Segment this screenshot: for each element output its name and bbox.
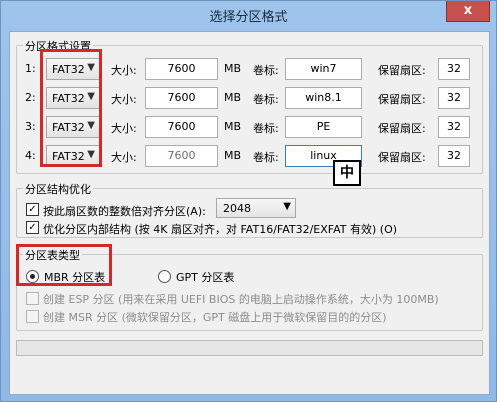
reserve-label: 保留扇区:: [378, 122, 426, 135]
ime-indicator: 中: [333, 160, 361, 186]
optimize-checkbox[interactable]: ✓: [26, 221, 39, 234]
size-label: 大小:: [111, 93, 137, 106]
align-value: 2048: [223, 202, 251, 215]
reserve-label: 保留扇区:: [378, 64, 426, 77]
reserve-input[interactable]: 32: [438, 58, 470, 80]
close-button[interactable]: x: [446, 1, 490, 22]
align-checkbox[interactable]: ✓: [26, 203, 39, 216]
fs-select-highlight: [40, 49, 102, 167]
align-select[interactable]: 2048 ▼: [216, 198, 296, 218]
unit-label: MB: [224, 62, 242, 75]
volume-label-caption: 卷标:: [253, 64, 279, 77]
partition-index: 4:: [25, 149, 36, 162]
gpt-label: GPT 分区表: [176, 271, 235, 284]
gpt-radio[interactable]: [158, 270, 171, 283]
table-type-highlight: [16, 244, 112, 286]
unit-label: MB: [224, 120, 242, 133]
reserve-label: 保留扇区:: [378, 151, 426, 164]
reserve-input[interactable]: 32: [438, 145, 470, 167]
unit-label: MB: [224, 149, 242, 162]
esp-label: 创建 ESP 分区 (用来在采用 UEFI BIOS 的电脑上启动操作系统，大小…: [43, 293, 439, 306]
esp-checkbox[interactable]: [26, 292, 39, 305]
size-label: 大小:: [111, 122, 137, 135]
size-input[interactable]: 7600: [145, 145, 218, 167]
size-label: 大小:: [111, 151, 137, 164]
msr-checkbox[interactable]: [26, 310, 39, 323]
reserve-input[interactable]: 32: [438, 116, 470, 138]
volume-input[interactable]: win8.1: [285, 87, 362, 109]
dialog-body: 分区格式设置 1: FAT32 ▼ 大小: 7600 MB 卷标: win7 保留扇区: 32 2:…: [9, 31, 490, 395]
chevron-down-icon: ▼: [283, 201, 291, 212]
volume-label-caption: 卷标:: [253, 122, 279, 135]
title-bar[interactable]: 选择分区格式 x: [1, 1, 496, 29]
size-label: 大小:: [111, 64, 137, 77]
volume-label-caption: 卷标:: [253, 93, 279, 106]
msr-label: 创建 MSR 分区 (微软保留分区，GPT 磁盘上用于微软保留目的的分区): [43, 311, 387, 324]
dialog-window: 选择分区格式 x 分区格式设置 1: FAT32 ▼ 大小: 7600 MB 卷标: win7…: [0, 0, 497, 402]
optimize-label: 优化分区内部结构 (按 4K 扇区对齐，对 FAT16/FAT32/EXFAT …: [43, 223, 398, 236]
partition-index: 1:: [25, 62, 36, 75]
window-title: 选择分区格式: [209, 10, 288, 25]
size-input[interactable]: 7600: [145, 116, 218, 138]
volume-label-caption: 卷标:: [253, 151, 279, 164]
reserve-label: 保留扇区:: [378, 93, 426, 106]
volume-input[interactable]: win7: [285, 58, 362, 80]
partition-index: 2:: [25, 91, 36, 104]
align-label: 按此扇区数的整数倍对齐分区(A):: [43, 205, 206, 218]
progress-bar: [16, 340, 483, 356]
unit-label: MB: [224, 91, 242, 104]
size-input[interactable]: 7600: [145, 87, 218, 109]
size-input[interactable]: 7600: [145, 58, 218, 80]
volume-input[interactable]: PE: [285, 116, 362, 138]
reserve-input[interactable]: 32: [438, 87, 470, 109]
structure-title: 分区结构优化: [23, 181, 93, 197]
partition-index: 3:: [25, 120, 36, 133]
